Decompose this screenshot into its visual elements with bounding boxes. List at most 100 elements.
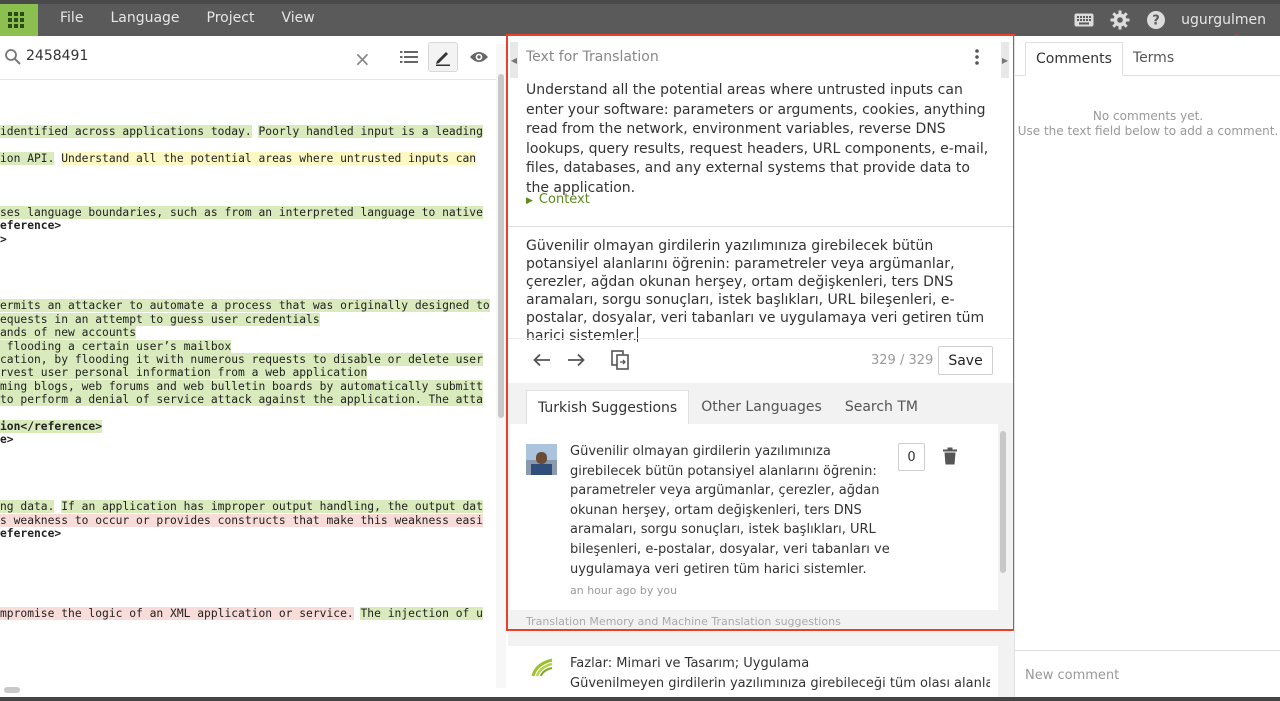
code-segment[interactable]: Understand all the potential areas where… xyxy=(61,152,477,166)
code-line: ng data. If an application has improper … xyxy=(0,500,496,514)
code-segment[interactable]: If an application has improper output ha… xyxy=(61,500,483,514)
tab-comments[interactable]: Comments xyxy=(1025,42,1123,76)
tab-other-languages[interactable]: Other Languages xyxy=(690,390,833,424)
code-segment[interactable]: mpromise the logic of an XML application… xyxy=(0,607,354,621)
code-line: mpromise the logic of an XML application… xyxy=(0,607,496,621)
next-string-icon[interactable] xyxy=(566,350,586,370)
search-input[interactable]: 2458491 xyxy=(26,48,88,64)
menu-project[interactable]: Project xyxy=(207,10,255,26)
code-segment[interactable]: identified across applications today. xyxy=(0,125,252,139)
code-segment[interactable]: Poorly handled input is a leading xyxy=(258,125,483,139)
more-options-icon[interactable] xyxy=(972,48,982,66)
code-line: ses language boundaries, such as from an… xyxy=(0,205,496,219)
caret-right-icon: ▶ xyxy=(526,196,533,206)
left-scrollbar[interactable] xyxy=(496,44,506,688)
edit-mode-icon[interactable] xyxy=(428,42,458,72)
code-segment[interactable]: ng data. xyxy=(0,500,55,514)
tm-suggestion-item[interactable]: Fazlar: Mimari ve Tasarım; Uygulama Güve… xyxy=(508,646,998,701)
main-menu: File Language Project View xyxy=(60,10,342,26)
string-search-bar: 2458491 × xyxy=(0,36,496,80)
code-line: cation, by flooding it with numerous req… xyxy=(0,353,496,367)
code-segment[interactable]: to perform a denial of service attack ag… xyxy=(0,393,483,407)
empty-comments-message: No comments yet. Use the text field belo… xyxy=(1015,109,1280,139)
collapse-right-icon[interactable]: ▶ xyxy=(1001,42,1009,78)
bottom-edge xyxy=(0,697,1280,701)
avatar xyxy=(526,444,557,475)
code-segment[interactable]: flooding a certain user’s mailbox xyxy=(0,339,232,353)
code-line: ion API. Understand all the potential ar… xyxy=(0,152,496,166)
list-view-icon[interactable] xyxy=(394,42,424,72)
top-right-controls: ? ugurgulmen xyxy=(1059,9,1266,31)
code-segment[interactable]: The injection of u xyxy=(360,607,483,621)
keyboard-icon[interactable] xyxy=(1073,9,1095,31)
right-panel-tabs: Comments Terms xyxy=(1025,42,1184,76)
code-segment[interactable]: cation, by flooding it with numerous req… xyxy=(0,353,483,367)
code-segment[interactable]: ming blogs, web forums and web bulletin … xyxy=(0,379,483,393)
code-segment[interactable]: ses language boundaries, such as from an… xyxy=(0,205,483,219)
new-comment-input[interactable] xyxy=(1025,665,1265,685)
code-line: eference> xyxy=(0,219,496,232)
code-line: to perform a denial of service attack ag… xyxy=(0,393,496,407)
code-segment[interactable]: ermits an attacker to automate a process… xyxy=(0,299,490,313)
code-segment: > xyxy=(0,232,7,246)
tab-terms[interactable]: Terms xyxy=(1123,42,1184,76)
new-comment-box xyxy=(1015,650,1280,701)
vote-count[interactable]: 0 xyxy=(898,443,925,471)
empty-comments-line-2: Use the text field below to add a commen… xyxy=(1017,124,1279,138)
code-segment[interactable]: ands of new accounts xyxy=(0,326,137,340)
menu-language[interactable]: Language xyxy=(110,10,179,26)
suggestions-scrollbar[interactable] xyxy=(1000,431,1006,573)
menu-view[interactable]: View xyxy=(281,10,314,26)
code-line: eference> xyxy=(0,527,496,540)
context-toggle[interactable]: ▶ Context xyxy=(526,192,590,207)
copy-source-icon[interactable] xyxy=(610,350,630,370)
help-icon[interactable]: ? xyxy=(1145,9,1167,31)
gear-icon[interactable] xyxy=(1109,9,1131,31)
user-menu[interactable]: ugurgulmen xyxy=(1181,12,1266,28)
left-horizontal-scrollbar[interactable] xyxy=(4,687,20,693)
app-grid-button[interactable] xyxy=(0,4,38,36)
suggestion-item[interactable]: Güvenilir olmayan girdilerin yazılımınız… xyxy=(510,424,998,610)
collapse-left-icon[interactable]: ◀ xyxy=(510,42,518,78)
code-line: equests in an attempt to guess user cred… xyxy=(0,312,496,326)
previous-string-icon[interactable] xyxy=(532,350,552,370)
code-segment[interactable]: rvest user personal information from a w… xyxy=(0,366,368,380)
translation-text: Güvenilir olmayan girdilerin yazılımınız… xyxy=(526,238,985,344)
suggestion-text: Güvenilir olmayan girdilerin yazılımınız… xyxy=(570,444,890,577)
code-line: ming blogs, web forums and web bulletin … xyxy=(0,379,496,393)
comments-panel: Comments Terms No comments yet. Use the … xyxy=(1014,36,1280,701)
code-segment[interactable]: s weakness to occur or provides construc… xyxy=(0,513,483,527)
code-segment: eference> xyxy=(0,219,62,233)
code-segment: e> xyxy=(0,433,14,447)
preview-eye-icon[interactable] xyxy=(464,42,494,72)
tab-search-tm[interactable]: Search TM xyxy=(834,390,929,424)
svg-text:?: ? xyxy=(1152,14,1160,29)
clear-search-icon[interactable]: × xyxy=(354,47,371,71)
code-segment[interactable]: ion</reference> xyxy=(0,419,103,433)
empty-comments-line-1: No comments yet. xyxy=(1092,109,1204,123)
tab-turkish-suggestions[interactable]: Turkish Suggestions xyxy=(526,390,690,424)
translation-textarea[interactable]: Güvenilir olmayan girdilerin yazılımınız… xyxy=(526,237,992,345)
trash-icon[interactable] xyxy=(942,447,958,465)
menu-file[interactable]: File xyxy=(60,10,83,26)
save-button[interactable]: Save xyxy=(938,346,993,375)
code-line: > xyxy=(0,233,496,246)
tm-section-label: Translation Memory and Machine Translati… xyxy=(526,615,841,628)
code-segment[interactable]: equests in an attempt to guess user cred… xyxy=(0,312,320,326)
tm-suggestion-title: Fazlar: Mimari ve Tasarım; Uygulama xyxy=(570,656,810,671)
grid-icon xyxy=(8,12,24,28)
code-segment[interactable]: ion API. xyxy=(0,152,55,166)
context-label: Context xyxy=(538,192,590,207)
source-text: Understand all the potential areas where… xyxy=(526,82,989,196)
